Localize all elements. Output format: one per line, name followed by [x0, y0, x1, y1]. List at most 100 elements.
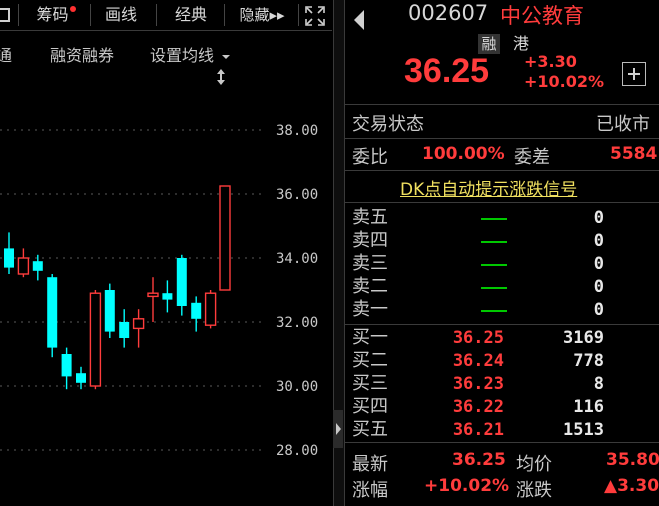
- avg-price-label: 均价: [516, 454, 552, 475]
- set-ma-label: 设置均线: [150, 46, 215, 65]
- set-ma-button[interactable]: 设置均线: [150, 42, 231, 66]
- orderbook-price[interactable]: 36.23: [394, 374, 504, 394]
- orderbook-level-label: 买三: [352, 373, 388, 394]
- order-diff-label: 委差: [514, 147, 550, 168]
- orderbook-volume: 3169: [563, 328, 604, 348]
- toolbar-item-partial[interactable]: [0, 4, 14, 26]
- y-tick-label: 28.00: [276, 443, 318, 459]
- last-price: 36.25: [404, 52, 490, 90]
- candle-body: [61, 354, 72, 377]
- orderbook-volume: 8: [593, 374, 604, 394]
- toolbar-divider: [18, 4, 19, 26]
- price-change: +3.30: [524, 52, 577, 71]
- candle: [4, 232, 14, 274]
- toolbar-divider: [224, 4, 225, 26]
- plus-icon: [628, 68, 640, 80]
- candle: [191, 296, 202, 332]
- candle: [147, 277, 159, 322]
- orderbook-level-label: 卖一: [352, 299, 388, 320]
- y-tick-label: 30.00: [276, 379, 318, 395]
- orderbook-price[interactable]: 36.25: [394, 328, 504, 348]
- candle: [204, 290, 217, 329]
- candle-body: [32, 261, 43, 271]
- empty-price-dash: [481, 264, 507, 266]
- divider: [344, 138, 659, 139]
- candle-body: [204, 292, 217, 326]
- candle: [17, 248, 30, 278]
- change-value: ▲3.30: [604, 476, 659, 496]
- toolbar-divider: [156, 4, 157, 26]
- y-tick-label: 32.00: [276, 315, 318, 331]
- orderbook-level-label: 买二: [352, 350, 388, 371]
- candle-body: [17, 257, 30, 275]
- collapse-handle[interactable]: [333, 410, 343, 448]
- orderbook-volume: 0: [593, 231, 604, 251]
- order-ratio-label: 委比: [352, 147, 388, 168]
- notification-dot: [69, 6, 76, 12]
- classic-button[interactable]: 经典: [164, 4, 218, 26]
- candle-body: [104, 290, 115, 332]
- candle-body: [147, 292, 159, 298]
- add-watchlist-button[interactable]: [622, 62, 646, 86]
- candle: [176, 254, 187, 316]
- candle-body: [191, 302, 202, 319]
- y-tick-label: 36.00: [276, 187, 318, 203]
- price-change-pct: +10.02%: [524, 72, 605, 91]
- chart-toolbar: 筹码 画线 经典 隐藏▸▸: [0, 0, 332, 31]
- left-arrow-icon[interactable]: [352, 8, 366, 32]
- candle: [89, 290, 102, 390]
- expand-icon: [305, 6, 325, 26]
- draw-line-button[interactable]: 画线: [96, 4, 146, 26]
- orderbook-level-label: 买一: [352, 327, 388, 348]
- latest-value: 36.25: [452, 450, 506, 470]
- orderbook-volume: 0: [593, 277, 604, 297]
- chips-button[interactable]: 筹码: [26, 4, 86, 26]
- orderbook-level-label: 卖三: [352, 253, 388, 274]
- orderbook-volume: 0: [593, 208, 604, 228]
- empty-price-dash: [481, 310, 507, 312]
- divider: [344, 202, 659, 203]
- divider: [344, 170, 659, 171]
- order-diff-value: 5584: [610, 144, 658, 164]
- candle-body: [162, 293, 173, 300]
- candle-body: [132, 318, 145, 330]
- chips-label: 筹码: [36, 5, 69, 24]
- toolbar-divider: [90, 4, 91, 26]
- candle: [132, 309, 145, 348]
- candle-body: [119, 322, 130, 338]
- partial-toolbar-icon: [0, 8, 10, 22]
- hide-button[interactable]: 隐藏▸▸: [230, 4, 294, 26]
- candle-body: [176, 258, 187, 306]
- candle-body: [4, 248, 14, 268]
- orderbook-level-label: 卖五: [352, 207, 388, 228]
- change-label: 涨跌: [516, 480, 552, 501]
- stock-code: 002607: [408, 1, 489, 25]
- orderbook-volume: 0: [593, 254, 604, 274]
- candle: [32, 254, 43, 281]
- orderbook-level-label: 买四: [352, 396, 388, 417]
- indicator-bar: 通 融资融券 设置均线: [0, 34, 250, 66]
- orderbook-volume: 778: [573, 351, 604, 371]
- candle: [162, 280, 173, 313]
- candle-body: [219, 185, 231, 291]
- y-tick-label: 38.00: [276, 123, 318, 139]
- orderbook-price[interactable]: 36.22: [394, 397, 504, 417]
- candle-body: [76, 373, 86, 383]
- orderbook-volume: 1513: [563, 420, 604, 440]
- toolbar-divider: [298, 4, 299, 26]
- candle-body: [89, 292, 102, 387]
- indicator-tab-partial[interactable]: 通: [0, 42, 12, 66]
- candle: [219, 185, 231, 291]
- orderbook-price[interactable]: 36.21: [394, 420, 504, 440]
- y-axis: 38.00 36.00 34.00 32.00 30.00 28.00: [276, 123, 318, 459]
- trade-status-label: 交易状态: [352, 114, 424, 135]
- orderbook-price[interactable]: 36.24: [394, 351, 504, 371]
- expand-button[interactable]: [302, 4, 328, 26]
- stock-name: 中公教育: [500, 4, 584, 28]
- divider: [344, 104, 659, 105]
- margin-trading-tab[interactable]: 融资融券: [50, 42, 114, 66]
- candle: [47, 274, 58, 358]
- dk-signal-link[interactable]: DK点自动提示涨跌信号: [400, 175, 577, 200]
- hk-connect-tag: 港: [512, 34, 529, 53]
- kline-chart[interactable]: 38.00 36.00 34.00 32.00 30.00 28.00: [0, 66, 332, 506]
